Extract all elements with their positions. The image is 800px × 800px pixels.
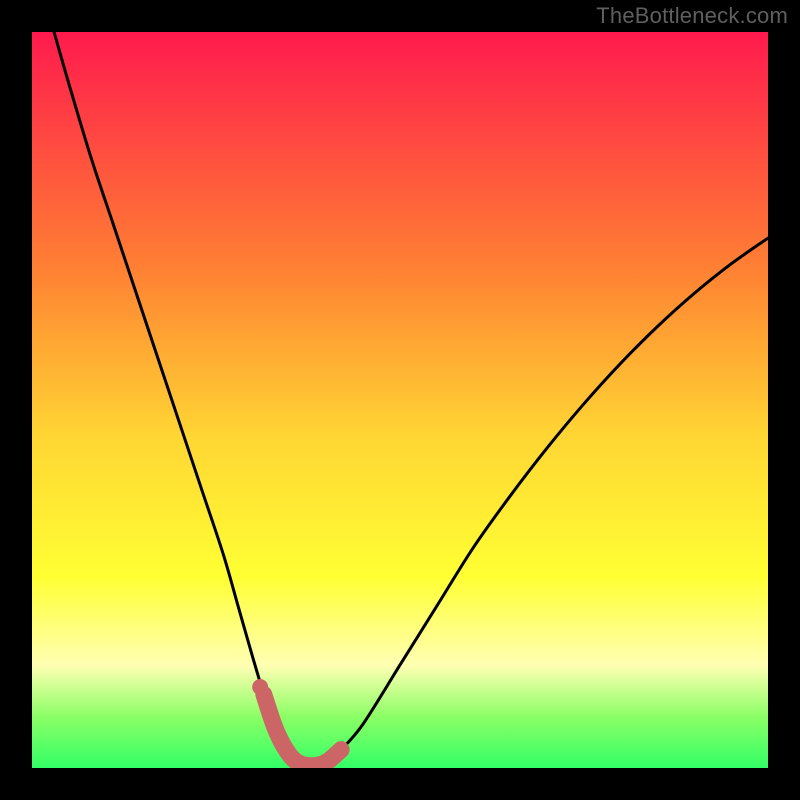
watermark-text: TheBottleneck.com xyxy=(596,3,788,29)
chart-frame: TheBottleneck.com xyxy=(0,0,800,800)
gradient-background xyxy=(32,32,768,768)
bottleneck-chart xyxy=(32,32,768,768)
optimal-point-dot xyxy=(252,679,268,695)
